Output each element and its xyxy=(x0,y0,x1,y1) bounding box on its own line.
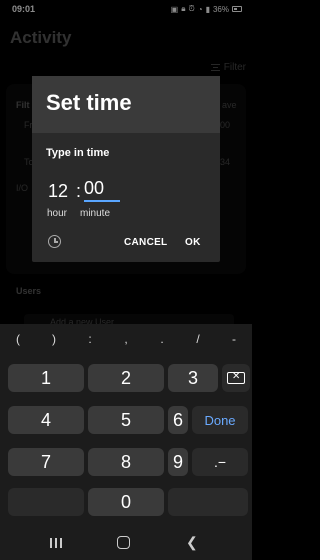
dialog-header: Set time xyxy=(32,76,220,133)
minute-input[interactable]: 00 xyxy=(84,178,120,202)
back-icon[interactable]: ❮ xyxy=(186,534,198,551)
type-in-time-label: Type in time xyxy=(46,147,110,159)
key-6[interactable]: 6 xyxy=(168,406,188,434)
empty-key-left xyxy=(8,488,84,516)
key-9[interactable]: 9 xyxy=(168,448,188,476)
numeric-keyboard: ( ) : , . / - 1 2 3 4 5 6 Done 7 8 9 .− … xyxy=(0,324,252,524)
dot-minus-key[interactable]: .− xyxy=(192,448,248,476)
hour-input[interactable]: 12 xyxy=(48,181,76,202)
key-2[interactable]: 2 xyxy=(88,364,164,392)
clock-icon[interactable] xyxy=(48,235,61,248)
hour-unit-label: hour xyxy=(47,208,68,219)
key-7[interactable]: 7 xyxy=(8,448,84,476)
symbol-key[interactable]: ( xyxy=(6,328,30,350)
set-time-dialog: Set time Type in time 12 : 00 hour minut… xyxy=(32,76,220,262)
symbol-key[interactable]: / xyxy=(186,328,210,350)
key-0[interactable]: 0 xyxy=(88,488,164,516)
symbol-key[interactable]: : xyxy=(78,328,102,350)
time-separator: : xyxy=(76,181,82,201)
key-8[interactable]: 8 xyxy=(88,448,164,476)
symbol-row: ( ) : , . / - xyxy=(0,328,252,350)
symbol-key[interactable]: - xyxy=(222,328,246,350)
dialog-title: Set time xyxy=(46,90,132,115)
done-key[interactable]: Done xyxy=(192,406,248,434)
key-5[interactable]: 5 xyxy=(88,406,164,434)
empty-key-right xyxy=(168,488,248,516)
symbol-key[interactable]: . xyxy=(150,328,174,350)
cancel-button[interactable]: CANCEL xyxy=(124,237,167,248)
symbol-key[interactable]: , xyxy=(114,328,138,350)
recent-apps-icon[interactable] xyxy=(50,538,62,548)
backspace-key[interactable] xyxy=(222,364,250,392)
minute-unit-label: minute xyxy=(80,208,111,219)
navigation-bar: ❮ xyxy=(0,524,252,560)
symbol-key[interactable]: ) xyxy=(42,328,66,350)
key-1[interactable]: 1 xyxy=(8,364,84,392)
time-input-row: 12 : 00 xyxy=(48,178,120,202)
key-4[interactable]: 4 xyxy=(8,406,84,434)
ok-button[interactable]: OK xyxy=(185,237,201,248)
home-icon[interactable] xyxy=(117,536,130,549)
backspace-icon xyxy=(227,371,245,384)
dialog-body: Type in time xyxy=(32,133,220,173)
key-3[interactable]: 3 xyxy=(168,364,218,392)
